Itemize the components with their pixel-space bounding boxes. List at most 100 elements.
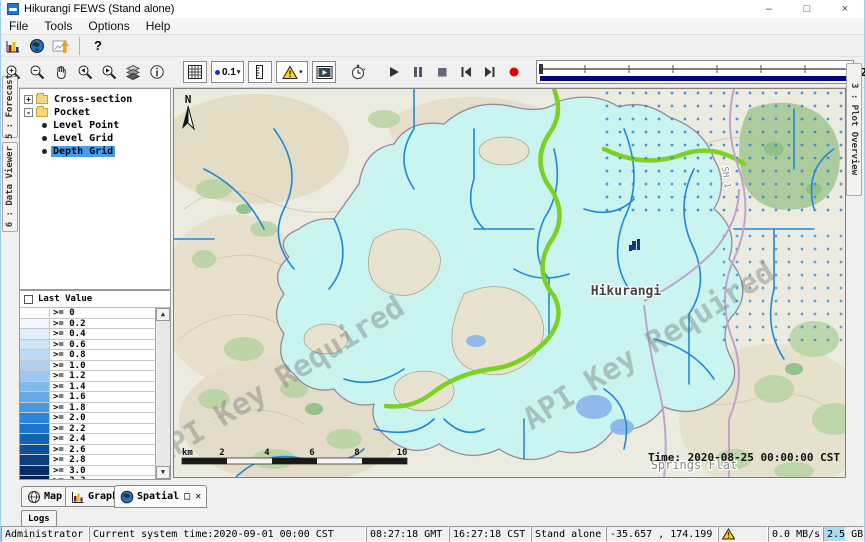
grid-icon[interactable] <box>183 61 207 83</box>
point-size-dropdown[interactable]: 0.1 ▾ <box>211 61 244 83</box>
legend-row[interactable]: >= 2.2 <box>20 424 156 435</box>
maximize-button[interactable]: □ <box>788 0 826 18</box>
tree-node-pocket[interactable]: - Pocket <box>24 106 170 118</box>
sidebar-tab-data-viewer[interactable]: 6 : Data Viewer <box>2 142 18 232</box>
layers-icon[interactable] <box>121 61 145 83</box>
map-time-label: Time: 2020-08-25 00:00:00 CST <box>648 451 840 464</box>
tree-node-level-point[interactable]: Level Point <box>24 119 170 131</box>
minimize-button[interactable]: – <box>750 0 788 18</box>
menu-file[interactable]: File <box>1 19 36 33</box>
navigation-tools <box>1 61 169 83</box>
legend-label: >= 0.4 <box>50 329 156 339</box>
legend-row[interactable]: >= 0.6 <box>20 340 156 351</box>
legend-swatch <box>20 445 50 455</box>
status-gmt-time: 08:27:18 GMT <box>366 526 449 542</box>
legend-label: >= 2.8 <box>50 455 156 465</box>
menu-help[interactable]: Help <box>138 19 179 33</box>
legend-row[interactable]: >= 1.0 <box>20 361 156 372</box>
tree-node-cross-section[interactable]: + Cross-section <box>24 93 170 105</box>
record-icon[interactable] <box>502 61 526 83</box>
legend-row[interactable]: >= 3.0 <box>20 466 156 477</box>
zoom-next-icon[interactable] <box>97 61 121 83</box>
bar-chart-icon[interactable] <box>1 35 25 57</box>
tree-node-level-grid[interactable]: Level Grid <box>24 132 170 144</box>
town-label: Hikurangi <box>591 284 662 299</box>
status-network-rate: 0.0 MB/s <box>768 526 823 542</box>
status-memory: 2.5 GB <box>823 526 864 542</box>
legend-label: >= 2.6 <box>50 445 156 455</box>
svg-text:10: 10 <box>397 448 408 458</box>
menu-tools[interactable]: Tools <box>36 19 80 33</box>
chevron-down-icon: ▾ <box>299 68 303 76</box>
timer-icon[interactable] <box>346 61 370 83</box>
ruler-icon[interactable] <box>248 61 272 83</box>
legend-row[interactable]: >= 1.4 <box>20 382 156 393</box>
play-icon[interactable] <box>382 61 406 83</box>
legend-swatch <box>20 361 50 371</box>
collapse-icon[interactable]: - <box>24 108 33 117</box>
map-view[interactable]: API Key Required API Key Required Hikura… <box>173 88 846 478</box>
skip-end-icon[interactable] <box>478 61 502 83</box>
animation-icon[interactable] <box>312 61 336 83</box>
legend-header-label: Last Value <box>38 294 92 304</box>
sidebar-tab-forecast[interactable]: 5 : Forecast <box>2 76 18 138</box>
legend-row[interactable]: >= 0.4 <box>20 329 156 340</box>
legend-row[interactable]: >= 0.2 <box>20 319 156 330</box>
expand-icon[interactable]: + <box>24 95 33 104</box>
map-toolbar: 0.1 ▾ ▾ <box>1 57 864 88</box>
chevron-down-icon: ▾ <box>237 68 241 76</box>
legend-scrollbar[interactable]: ▲ ▼ <box>155 308 170 479</box>
legend-label: >= 3.2 <box>50 476 156 479</box>
stop-icon[interactable] <box>430 61 454 83</box>
help-icon[interactable]: ? <box>86 35 110 57</box>
legend-row[interactable]: >= 1.6 <box>20 392 156 403</box>
scroll-up-icon[interactable]: ▲ <box>156 308 170 321</box>
info-icon[interactable] <box>145 61 169 83</box>
legend-row[interactable]: >= 2.6 <box>20 445 156 456</box>
tab-maximize-icon[interactable]: □ <box>184 491 190 502</box>
legend-swatch <box>20 382 50 392</box>
legend-swatch <box>20 392 50 402</box>
legend-row[interactable]: >= 3.2 <box>20 476 156 479</box>
menu-options[interactable]: Options <box>80 19 137 33</box>
legend-row[interactable]: >= 1.2 <box>20 371 156 382</box>
status-user: Administrator <box>1 526 89 542</box>
plot-arrow-icon[interactable] <box>49 35 73 57</box>
tab-map[interactable]: Map <box>21 486 68 507</box>
last-value-checkbox[interactable] <box>24 295 33 304</box>
logs-button[interactable]: Logs <box>21 510 57 527</box>
legend-row[interactable]: >= 2.4 <box>20 434 156 445</box>
zoom-previous-icon[interactable] <box>73 61 97 83</box>
legend-row[interactable]: >= 2.0 <box>20 413 156 424</box>
playback-controls <box>382 61 526 83</box>
legend-row[interactable]: >= 0.8 <box>20 350 156 361</box>
bottom-bar: Map Graph Spatial □ ✕ Logs <box>1 480 864 526</box>
legend-row[interactable]: >= 2.8 <box>20 455 156 466</box>
pan-icon[interactable] <box>49 61 73 83</box>
tab-spatial[interactable]: Spatial □ ✕ <box>114 485 207 508</box>
svg-text:km: km <box>182 448 193 458</box>
scroll-down-icon[interactable]: ▼ <box>156 466 170 479</box>
timeline: 2020-08-25 00:00:00 CST <box>536 60 865 84</box>
timeline-slider[interactable] <box>536 60 854 84</box>
legend-swatch <box>20 329 50 339</box>
legend-label: >= 3.0 <box>50 466 156 476</box>
legend-row[interactable]: >= 1.8 <box>20 403 156 414</box>
status-local-time: 16:27:18 CST <box>449 526 531 542</box>
skip-start-icon[interactable] <box>454 61 478 83</box>
zoom-out-icon[interactable] <box>25 61 49 83</box>
status-warning[interactable] <box>718 526 768 542</box>
pause-icon[interactable] <box>406 61 430 83</box>
sidebar-tab-plot-overview[interactable]: 3 : Plot Overview <box>846 63 862 196</box>
window-title: Hikurangi FEWS (Stand alone) <box>24 3 174 15</box>
status-mode: Stand alone <box>531 526 606 542</box>
title-bar: Hikurangi FEWS (Stand alone) – □ × <box>1 0 864 18</box>
legend-swatch <box>20 424 50 434</box>
tree-node-depth-grid[interactable]: Depth Grid <box>24 145 170 157</box>
legend-swatch <box>20 476 50 479</box>
legend-row[interactable]: >= 0 <box>20 308 156 319</box>
tab-close-icon[interactable]: ✕ <box>195 491 201 502</box>
warning-dropdown[interactable]: ▾ <box>276 61 308 83</box>
globe-icon[interactable] <box>25 35 49 57</box>
close-button[interactable]: × <box>826 0 864 18</box>
